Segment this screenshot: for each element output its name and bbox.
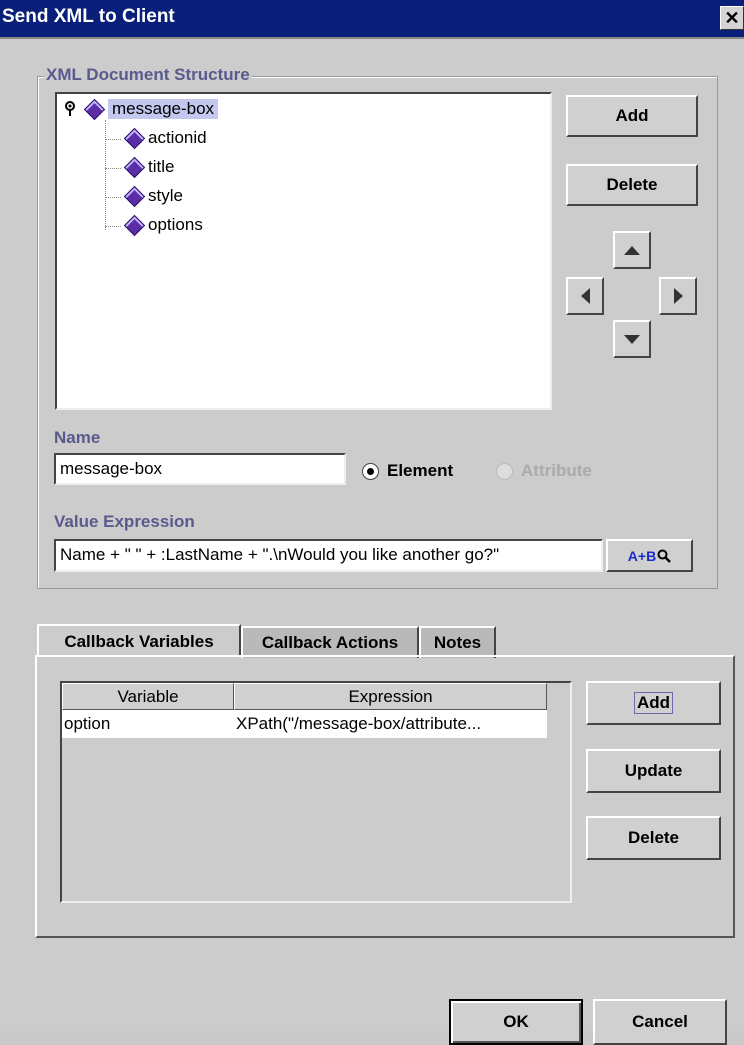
ok-button[interactable]: OK	[449, 999, 583, 1045]
title-divider	[0, 37, 744, 39]
element-icon	[123, 185, 146, 207]
element-icon	[123, 127, 146, 149]
tree-root-node[interactable]: message-box	[65, 98, 219, 120]
expression-builder-label: A+B	[627, 547, 657, 564]
expression-cell: XPath("/message-box/attribute...	[236, 714, 482, 733]
tree-handle-icon[interactable]	[65, 101, 75, 117]
magnifier-icon	[657, 549, 672, 563]
structure-add-button[interactable]: Add	[566, 95, 698, 137]
column-header-variable[interactable]: Variable	[62, 683, 234, 710]
tree-child-label: options	[148, 215, 203, 234]
tree-child-label: actionid	[148, 128, 207, 147]
up-arrow-icon	[624, 245, 640, 255]
down-arrow-icon	[624, 334, 640, 344]
title-bar: Send XML to Client ✕	[0, 0, 744, 37]
close-icon[interactable]: ✕	[720, 6, 744, 30]
move-right-button[interactable]	[659, 277, 697, 315]
callback-add-label: Add	[633, 692, 674, 714]
element-icon	[123, 156, 146, 178]
callback-add-button[interactable]: Add	[586, 681, 721, 725]
xml-structure-label: XML Document Structure	[44, 65, 252, 85]
tree-connector	[105, 168, 121, 169]
name-label: Name	[54, 428, 101, 447]
attribute-radio-label: Attribute	[521, 461, 592, 480]
tree-child-node[interactable]: options	[123, 214, 203, 236]
tree-child-label: title	[148, 157, 175, 176]
cancel-button[interactable]: Cancel	[593, 999, 727, 1045]
element-icon	[123, 214, 146, 236]
tree-child-label: style	[148, 186, 183, 205]
tree-connector	[105, 120, 106, 230]
window-title: Send XML to Client	[2, 6, 175, 27]
tree-child-node[interactable]: actionid	[123, 127, 207, 149]
value-expression-label: Value Expression	[54, 512, 195, 531]
tree-connector	[105, 139, 121, 140]
tree-root-label: message-box	[108, 99, 219, 119]
radio-unselected-icon	[496, 462, 513, 480]
variable-cell: option	[64, 714, 111, 733]
attribute-radio: Attribute	[496, 461, 592, 481]
move-up-button[interactable]	[613, 231, 651, 269]
callback-variables-table[interactable]: Variable Expression option XPath("/messa…	[60, 681, 572, 903]
callback-update-button[interactable]: Update	[586, 749, 721, 793]
element-radio-label: Element	[387, 461, 454, 480]
move-left-button[interactable]	[566, 277, 604, 315]
right-arrow-icon	[673, 288, 683, 304]
move-down-button[interactable]	[613, 320, 651, 358]
dialog-window: Send XML to Client ✕ XML Document Struct…	[0, 0, 744, 1045]
xml-tree[interactable]: message-box actionid title style options	[55, 92, 552, 410]
expression-builder-button[interactable]: A+B	[606, 539, 693, 572]
left-arrow-icon	[580, 288, 590, 304]
element-icon	[83, 98, 106, 120]
radio-selected-icon	[362, 462, 379, 480]
tree-child-node[interactable]: title	[123, 156, 175, 178]
tree-connector	[105, 226, 121, 227]
column-header-expression[interactable]: Expression	[234, 683, 547, 710]
tab-notes[interactable]: Notes	[419, 626, 496, 658]
structure-delete-button[interactable]: Delete	[566, 164, 698, 206]
tree-child-node[interactable]: style	[123, 185, 183, 207]
tab-callback-variables[interactable]: Callback Variables	[37, 624, 241, 657]
tree-connector	[105, 197, 121, 198]
tab-callback-actions[interactable]: Callback Actions	[241, 626, 419, 658]
element-radio[interactable]: Element	[362, 461, 453, 481]
value-expression-field[interactable]: Name + " " + :LastName + ".\nWould you l…	[54, 539, 603, 572]
name-field[interactable]: message-box	[54, 453, 346, 485]
table-row[interactable]: option XPath("/message-box/attribute...	[62, 710, 547, 738]
callback-delete-button[interactable]: Delete	[586, 816, 721, 860]
